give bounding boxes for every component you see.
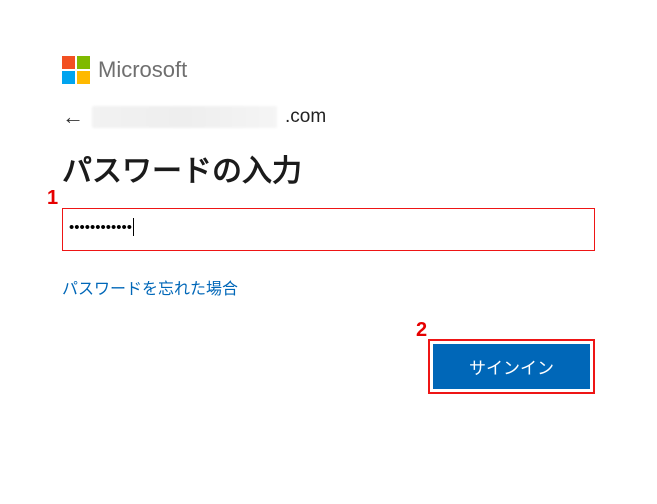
back-arrow-icon[interactable]: ← bbox=[62, 106, 84, 128]
identity-redacted bbox=[92, 106, 277, 128]
annotation-2: 2 bbox=[416, 319, 427, 342]
password-input[interactable]: •••••••••••• bbox=[63, 209, 594, 250]
brand-name: Microsoft bbox=[98, 57, 187, 83]
password-masked-value: •••••••••••• bbox=[69, 219, 132, 236]
forgot-password-link[interactable]: パスワードを忘れた場合 bbox=[62, 275, 238, 299]
page-title: パスワードの入力 bbox=[62, 146, 595, 190]
password-field-highlight: 1 •••••••••••• bbox=[62, 208, 595, 251]
microsoft-logo-icon bbox=[62, 56, 90, 84]
button-row: 2 サインイン bbox=[62, 339, 595, 394]
brand-row: Microsoft bbox=[62, 56, 595, 84]
signin-card: Microsoft ← .com パスワードの入力 1 ••••••••••••… bbox=[0, 0, 657, 394]
identity-row: ← .com bbox=[62, 106, 595, 128]
text-caret bbox=[133, 218, 134, 236]
annotation-1: 1 bbox=[47, 187, 58, 210]
identity-suffix: .com bbox=[285, 106, 326, 128]
signin-button[interactable]: サインイン bbox=[433, 344, 590, 389]
signin-button-highlight: 2 サインイン bbox=[428, 339, 595, 394]
